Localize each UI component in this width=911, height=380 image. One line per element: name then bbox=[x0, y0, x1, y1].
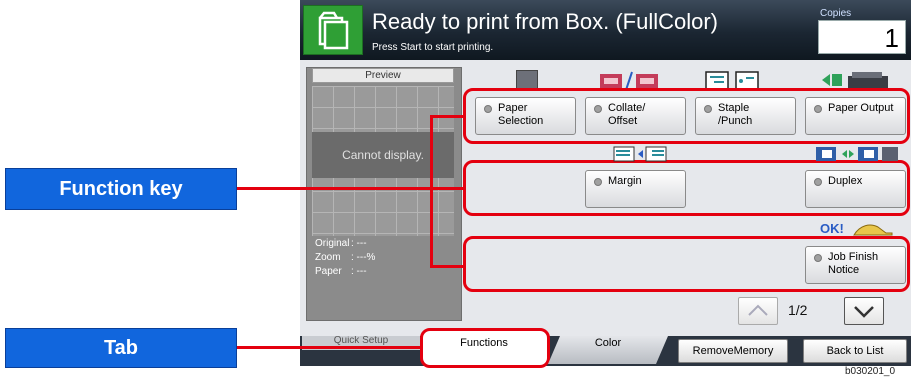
collate-offset-button[interactable]: Collate/ Offset bbox=[585, 97, 686, 135]
original-info: Original: --- bbox=[315, 238, 367, 249]
staple-punch-button[interactable]: Staple /Punch bbox=[695, 97, 796, 135]
zoom-info: Zoom: ---% bbox=[315, 252, 376, 263]
copies-field[interactable]: 1 bbox=[818, 20, 906, 54]
figure-id: b030201_0 bbox=[845, 366, 896, 377]
box-document-icon bbox=[303, 5, 363, 55]
preview-tab[interactable]: Preview bbox=[312, 68, 454, 83]
function-key-bracket-vertical bbox=[430, 115, 433, 268]
function-key-bracket-bottom bbox=[430, 265, 465, 268]
page-up-button[interactable] bbox=[738, 297, 778, 325]
remove-memory-button[interactable]: RemoveMemory bbox=[678, 339, 788, 363]
function-key-bracket-mid bbox=[430, 187, 465, 190]
tab-callout: Tab bbox=[5, 328, 237, 368]
paper-selection-button[interactable]: Paper Selection bbox=[475, 97, 576, 135]
paper-output-button[interactable]: Paper Output bbox=[805, 97, 906, 135]
page-down-button[interactable] bbox=[844, 297, 884, 325]
margin-button[interactable]: Margin bbox=[585, 170, 686, 208]
duplex-icon bbox=[814, 146, 900, 167]
duplex-button[interactable]: Duplex bbox=[805, 170, 906, 208]
chevron-down-icon bbox=[854, 306, 874, 318]
job-finish-notice-button[interactable]: Job Finish Notice bbox=[805, 246, 906, 284]
ok-notice-icon: OK! bbox=[820, 221, 900, 237]
status-title: Ready to print from Box. (FullColor) bbox=[372, 9, 718, 34]
tab-leader-line bbox=[237, 346, 422, 349]
margin-icon bbox=[612, 146, 668, 167]
page-indicator: 1/2 bbox=[788, 302, 808, 318]
status-subtitle: Press Start to start printing. bbox=[372, 42, 494, 53]
function-key-callout: Function key bbox=[5, 168, 237, 210]
tab-color[interactable]: Color bbox=[548, 336, 668, 364]
paper-selection-icon bbox=[516, 70, 538, 90]
back-to-list-button[interactable]: Back to List bbox=[803, 339, 907, 363]
copies-label: Copies bbox=[820, 8, 852, 19]
ok-text: OK! bbox=[820, 221, 844, 236]
chevron-up-icon bbox=[748, 304, 768, 316]
function-key-leader-line bbox=[237, 187, 432, 190]
tab-functions[interactable]: Functions bbox=[428, 332, 540, 362]
function-key-bracket-top bbox=[430, 115, 465, 118]
